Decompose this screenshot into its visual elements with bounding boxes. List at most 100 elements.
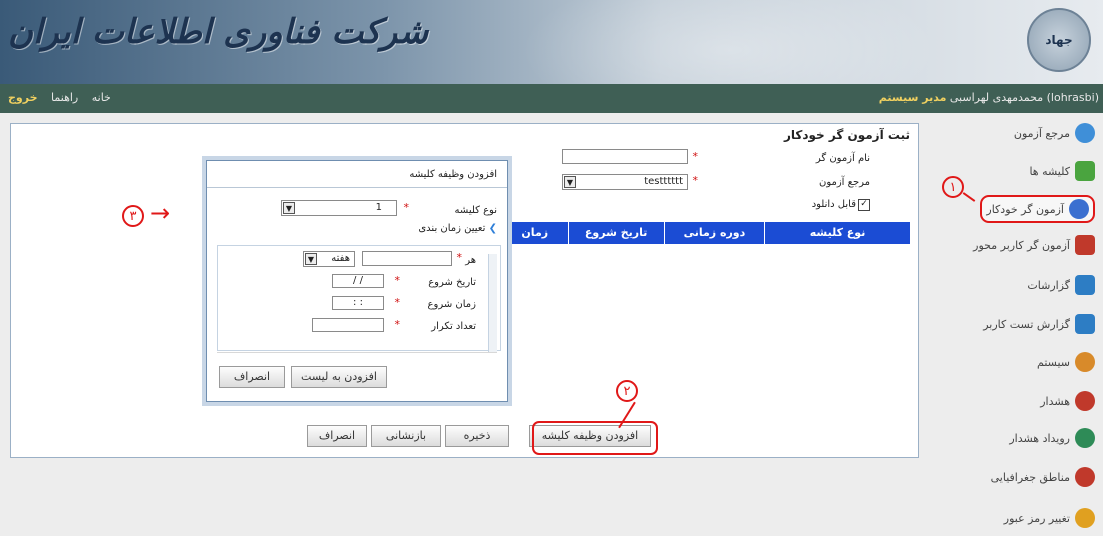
- sidebar: مرجع آزمون کلیشه ها آزمون گر خودکار آزمو…: [918, 113, 1103, 536]
- sidebar-item-change-password[interactable]: تغییر رمز عبور: [1004, 506, 1095, 530]
- every-label: هر: [465, 255, 476, 266]
- dropdown-arrow-icon[interactable]: ▼: [564, 176, 576, 188]
- callout-number-3: ۳: [122, 205, 144, 227]
- start-time-input[interactable]: : :: [332, 296, 384, 310]
- report-icon: [1075, 275, 1095, 295]
- repeat-count-label: تعداد تکرار: [431, 321, 476, 332]
- top-nav-bar: (lohrasbi) محمدمهدی لهراسبی مدیر سیستم خ…: [0, 84, 1103, 113]
- template-type-label: نوع کلیشه: [454, 205, 497, 216]
- required-mark: *: [394, 296, 401, 309]
- sidebar-item-label: تغییر رمز عبور: [1003, 511, 1070, 525]
- globe-icon: [1075, 123, 1095, 143]
- dialog-title: افزودن وظیفه کلیشه: [409, 169, 497, 180]
- schedule-section-header[interactable]: ❯ تعیین زمان بندی: [418, 223, 497, 234]
- dropdown-arrow-icon[interactable]: ▼: [283, 202, 295, 214]
- test-reference-select[interactable]: testttttt ▼: [562, 174, 688, 190]
- start-date-label: تاریخ شروع: [428, 277, 476, 288]
- reset-button[interactable]: بازنشانی: [371, 425, 441, 447]
- col-header-template-type[interactable]: نوع کلیشه: [764, 222, 910, 244]
- header-banner: شرکت فناوری اطلاعات ایران جهاد: [0, 0, 1103, 84]
- heart-globe-icon: [1075, 467, 1095, 487]
- dialog-cancel-button[interactable]: انصراف: [219, 366, 285, 388]
- required-mark: *: [692, 174, 699, 187]
- required-mark: *: [692, 150, 699, 163]
- sidebar-item-auto-tester[interactable]: آزمون گر خودکار: [980, 195, 1095, 223]
- event-icon: [1075, 428, 1095, 448]
- chevron-down-icon: ❯: [488, 223, 497, 234]
- user-name: (lohrasbi) محمدمهدی لهراسبی: [949, 91, 1099, 104]
- user-role: مدیر سیستم: [878, 91, 947, 104]
- sidebar-item-reports[interactable]: گزارشات: [1027, 273, 1095, 297]
- every-interval-input[interactable]: [362, 251, 452, 266]
- report-icon: [1075, 314, 1095, 334]
- every-unit-select[interactable]: هفته ▼: [303, 251, 355, 267]
- network-icon: [1075, 235, 1095, 255]
- sidebar-item-system[interactable]: سیستم: [1037, 350, 1095, 374]
- sidebar-item-label: گزارشات: [1027, 278, 1070, 292]
- save-button[interactable]: ذخیره: [445, 425, 509, 447]
- test-reference-label: مرجع آزمون: [818, 177, 870, 188]
- tester-name-input[interactable]: [562, 149, 688, 164]
- sidebar-item-templates[interactable]: کلیشه ها: [1029, 159, 1095, 183]
- required-mark: *: [403, 201, 410, 214]
- callout-add-template-highlight: [532, 421, 658, 455]
- company-logo: جهاد: [1027, 8, 1091, 72]
- cancel-button[interactable]: انصراف: [307, 425, 367, 447]
- schedule-fieldset: هر * هفته ▼ تاریخ شروع * / / زمان شروع *…: [217, 245, 501, 352]
- sidebar-item-geo-regions[interactable]: مناطق جغرافیایی: [991, 465, 1095, 489]
- dropdown-arrow-icon[interactable]: ▼: [305, 253, 317, 265]
- downloadable-label: قابل دانلود: [811, 199, 856, 210]
- chart-icon: [1075, 161, 1095, 181]
- scrollbar[interactable]: [488, 254, 497, 352]
- repeat-count-input[interactable]: [312, 318, 384, 332]
- downloadable-checkbox[interactable]: ✓: [858, 199, 870, 211]
- template-type-value: 1: [375, 202, 382, 213]
- every-unit-value: هفته: [331, 253, 350, 264]
- nav-link-logout[interactable]: خروج: [8, 91, 38, 104]
- add-template-task-dialog: افزودن وظیفه کلیشه نوع کلیشه * 1 ▼ ❯ تعی…: [206, 160, 508, 402]
- disk-icon: [1069, 199, 1089, 219]
- sidebar-item-user-tester[interactable]: آزمون گر کاربر محور: [973, 233, 1095, 257]
- sidebar-item-test-reference[interactable]: مرجع آزمون: [1014, 121, 1095, 145]
- col-header-start-date[interactable]: تاریخ شروع: [567, 222, 664, 244]
- callout-number-1: ۱: [942, 176, 964, 198]
- add-to-list-button[interactable]: افزودن به لیست: [291, 366, 387, 388]
- sidebar-item-label: مرجع آزمون: [1013, 126, 1070, 140]
- sidebar-item-label: هشدار: [1040, 394, 1070, 408]
- logo-text: جهاد: [1045, 33, 1073, 47]
- user-key-icon: [1075, 508, 1095, 528]
- tester-name-label: نام آزمون گر: [815, 153, 870, 164]
- sidebar-item-label: کلیشه ها: [1029, 164, 1070, 178]
- start-time-label: زمان شروع: [427, 299, 476, 310]
- schedule-title: تعیین زمان بندی: [418, 223, 486, 234]
- sidebar-item-label: مناطق جغرافیایی: [990, 470, 1070, 484]
- clock-icon: [1075, 391, 1095, 411]
- sidebar-item-label: سیستم: [1037, 355, 1070, 369]
- banner-watermark: [520, 0, 940, 84]
- callout-number-2: ۲: [616, 380, 638, 402]
- required-mark: *: [456, 251, 463, 264]
- sidebar-item-user-test-report[interactable]: گزارش تست کاربر: [983, 312, 1095, 336]
- callout-3-arrow: →: [150, 199, 171, 227]
- start-date-input[interactable]: / /: [332, 274, 384, 288]
- sidebar-item-alarm[interactable]: هشدار: [1040, 389, 1095, 413]
- sidebar-item-label: آزمون گر خودکار: [986, 202, 1064, 216]
- page-title: ثبت آزمون گر خودکار: [783, 128, 910, 142]
- template-type-select[interactable]: 1 ▼: [281, 200, 397, 216]
- users-icon: [1075, 352, 1095, 372]
- required-mark: *: [394, 318, 401, 331]
- required-mark: *: [394, 274, 401, 287]
- dialog-divider: [207, 187, 507, 188]
- sidebar-item-alarm-event[interactable]: رویداد هشدار: [1009, 426, 1095, 450]
- company-title: شرکت فناوری اطلاعات ایران: [8, 12, 429, 52]
- test-reference-value: testttttt: [644, 176, 683, 187]
- sidebar-item-label: آزمون گر کاربر محور: [973, 238, 1070, 252]
- col-header-time[interactable]: زمان: [502, 222, 568, 244]
- sidebar-item-label: گزارش تست کاربر: [983, 317, 1070, 331]
- sidebar-item-label: رویداد هشدار: [1009, 431, 1070, 445]
- col-header-period[interactable]: دوره زمانی: [663, 222, 764, 244]
- nav-link-home[interactable]: خانه: [92, 91, 111, 104]
- nav-links: خانه راهنما خروج: [8, 91, 111, 104]
- user-info: (lohrasbi) محمدمهدی لهراسبی مدیر سیستم: [879, 91, 1099, 104]
- nav-link-help[interactable]: راهنما: [51, 91, 78, 104]
